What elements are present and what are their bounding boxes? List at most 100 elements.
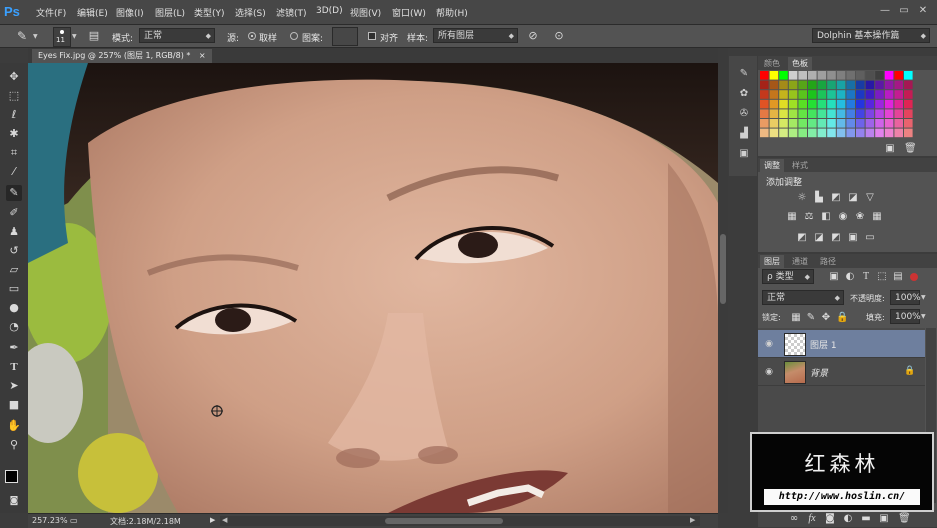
- swatch-grid[interactable]: [760, 71, 920, 143]
- swatch-cell[interactable]: [769, 90, 779, 99]
- swatch-cell[interactable]: [875, 80, 884, 90]
- info-icon[interactable]: ▣: [736, 146, 752, 162]
- menu-view[interactable]: 视图(V): [350, 6, 381, 19]
- swatch-cell[interactable]: [894, 99, 903, 109]
- swatch-cell[interactable]: [894, 128, 903, 138]
- swatch-cell[interactable]: [846, 80, 855, 90]
- eraser-icon[interactable]: ▱: [6, 262, 22, 278]
- selective-color-icon[interactable]: ▣: [847, 232, 859, 244]
- swatch-cell[interactable]: [836, 80, 846, 90]
- swatch-cell[interactable]: [875, 128, 884, 138]
- healing-brush-icon[interactable]: ✎: [14, 28, 30, 44]
- lasso-tool-icon[interactable]: ℓ: [6, 107, 22, 123]
- swatch-cell[interactable]: [760, 80, 769, 90]
- eye-icon[interactable]: ◉: [764, 339, 774, 349]
- swatch-cell[interactable]: [894, 119, 903, 128]
- swatch-cell[interactable]: [779, 119, 788, 128]
- swatch-cell[interactable]: [904, 128, 913, 138]
- menu-layer[interactable]: 图层(L): [155, 6, 185, 19]
- swatch-cell[interactable]: [856, 109, 865, 118]
- swatch-cell[interactable]: [788, 80, 798, 90]
- swatch-cell[interactable]: [865, 119, 875, 128]
- swatch-cell[interactable]: [760, 128, 769, 138]
- channel-mixer-icon[interactable]: ❀: [854, 211, 866, 223]
- swatch-cell[interactable]: [846, 99, 855, 109]
- blur-icon[interactable]: ●: [6, 300, 22, 316]
- swatch-cell[interactable]: [827, 90, 836, 99]
- swatch-cell[interactable]: [846, 71, 855, 80]
- document-canvas[interactable]: [28, 63, 718, 513]
- swatch-cell[interactable]: [779, 99, 788, 109]
- layer-style-icon[interactable]: fx: [806, 513, 818, 525]
- swatch-cell[interactable]: [856, 71, 865, 80]
- opacity-arrow-icon[interactable]: ▼: [921, 294, 926, 301]
- swatch-cell[interactable]: [856, 99, 865, 109]
- scrollbar-thumb[interactable]: [720, 234, 726, 304]
- swatch-cell[interactable]: [836, 99, 846, 109]
- eye-icon[interactable]: ◉: [764, 367, 774, 377]
- zoom-tool-icon[interactable]: ⚲: [6, 437, 22, 453]
- navigator-icon[interactable]: ✿: [736, 86, 752, 102]
- tab-adjustments[interactable]: 调整: [760, 159, 784, 172]
- brightness-icon[interactable]: ☼: [796, 192, 808, 204]
- magic-wand-icon[interactable]: ✱: [6, 126, 22, 142]
- swatch-cell[interactable]: [856, 90, 865, 99]
- blend-mode-select[interactable]: 正常 ◆: [762, 290, 844, 305]
- horizontal-scrollbar[interactable]: ◀ ▶: [220, 516, 700, 526]
- swatch-cell[interactable]: [788, 90, 798, 99]
- swatch-cell[interactable]: [865, 99, 875, 109]
- curves-icon[interactable]: ◩: [830, 192, 842, 204]
- layer-row-background[interactable]: ◉ 背景 🔒: [758, 358, 925, 386]
- fill-arrow-icon[interactable]: ▼: [921, 313, 926, 320]
- swatch-cell[interactable]: [856, 119, 865, 128]
- swatch-cell[interactable]: [808, 128, 817, 138]
- filter-toggle-icon[interactable]: [910, 273, 918, 281]
- hue-saturation-icon[interactable]: ▦: [786, 211, 798, 223]
- sample-select[interactable]: 所有图层 ◆: [433, 28, 518, 43]
- swatch-cell[interactable]: [769, 99, 779, 109]
- swatch-cell[interactable]: [798, 80, 807, 90]
- swatch-cell[interactable]: [904, 99, 913, 109]
- filter-shape-icon[interactable]: ⬚: [876, 271, 888, 283]
- menu-filter[interactable]: 滤镜(T): [276, 6, 307, 19]
- swatch-cell[interactable]: [779, 71, 788, 80]
- swatch-cell[interactable]: [904, 90, 913, 99]
- swatch-cell[interactable]: [779, 90, 788, 99]
- lock-all-icon[interactable]: 🔒: [836, 312, 848, 324]
- swatch-cell[interactable]: [808, 90, 817, 99]
- swatch-cell[interactable]: [884, 109, 894, 118]
- swatch-cell[interactable]: [798, 128, 807, 138]
- filter-type-icon[interactable]: T: [860, 271, 872, 283]
- pattern-radio[interactable]: [290, 32, 298, 40]
- swatch-cell[interactable]: [779, 128, 788, 138]
- hand-tool-icon[interactable]: ✋: [6, 418, 22, 434]
- swatch-cell[interactable]: [875, 109, 884, 118]
- menu-select[interactable]: 选择(S): [235, 6, 266, 19]
- menu-3d[interactable]: 3D(D): [316, 6, 343, 16]
- histogram-icon[interactable]: ▟: [736, 126, 752, 142]
- foreground-color-swatch[interactable]: [5, 470, 18, 483]
- link-layers-icon[interactable]: ∞: [788, 513, 800, 525]
- tab-channels[interactable]: 通道: [788, 255, 812, 268]
- tab-swatches[interactable]: 色板: [788, 57, 812, 70]
- filter-smart-icon[interactable]: ▤: [892, 271, 904, 283]
- swatch-cell[interactable]: [904, 80, 913, 90]
- swatch-cell[interactable]: [904, 119, 913, 128]
- add-mask-icon[interactable]: ◙: [824, 513, 836, 525]
- path-select-icon[interactable]: ➤: [6, 378, 22, 394]
- swatch-cell[interactable]: [827, 109, 836, 118]
- swatch-cell[interactable]: [875, 119, 884, 128]
- swatch-cell[interactable]: [779, 109, 788, 118]
- tab-layers[interactable]: 图层: [760, 255, 784, 268]
- menu-help[interactable]: 帮助(H): [436, 6, 468, 19]
- swatch-cell[interactable]: [884, 128, 894, 138]
- swatch-cell[interactable]: [884, 90, 894, 99]
- move-tool-icon[interactable]: ✥: [6, 69, 22, 85]
- swatch-cell[interactable]: [865, 90, 875, 99]
- swatch-cell[interactable]: [836, 71, 846, 80]
- swatch-cell[interactable]: [836, 90, 846, 99]
- menu-type[interactable]: 类型(Y): [194, 6, 225, 19]
- swatch-cell[interactable]: [788, 128, 798, 138]
- swatch-cell[interactable]: [760, 90, 769, 99]
- swatch-cell[interactable]: [827, 128, 836, 138]
